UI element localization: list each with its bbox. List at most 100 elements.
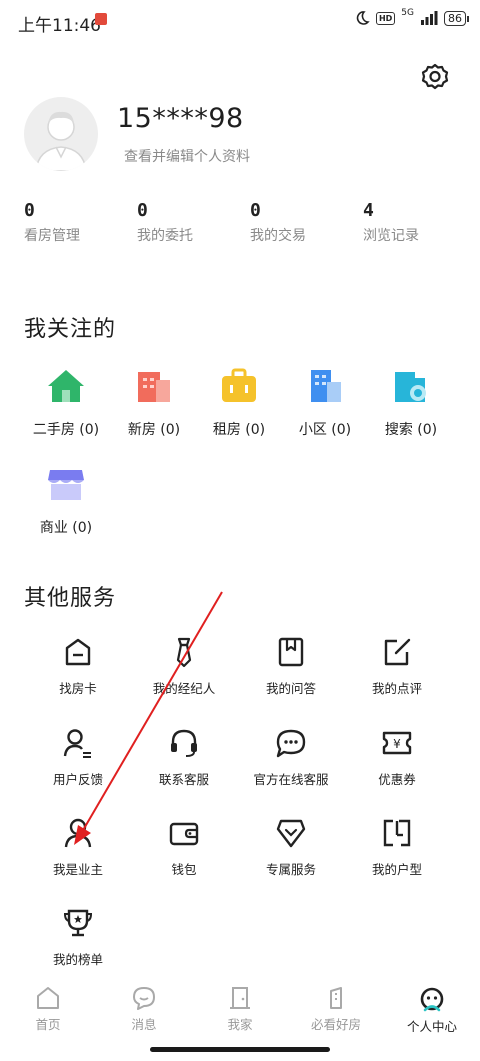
service-exclusive-service[interactable]: 专属服务 [236, 817, 346, 878]
avatar-placeholder-icon [35, 111, 87, 171]
shop-icon [48, 470, 84, 500]
service-label: 找房卡 [59, 681, 97, 696]
gear-icon[interactable] [420, 62, 450, 92]
follow-item-search[interactable]: 搜索 (0) [366, 368, 456, 439]
service-my-agent[interactable]: 我的经纪人 [129, 636, 239, 697]
home-icon [37, 987, 59, 1009]
stat-my-entrust[interactable]: 0 我的委托 [137, 200, 193, 245]
notification-icon [95, 13, 107, 25]
service-label: 我的户型 [371, 862, 422, 877]
follow-label: 租房 (0) [212, 422, 266, 438]
house-icon [48, 370, 84, 402]
battery-icon: 86 [444, 10, 469, 26]
stat-value: 0 [137, 200, 148, 221]
edit-profile-link[interactable]: 查看并编辑个人资料 [124, 146, 250, 166]
search-icon [395, 372, 426, 402]
wallet-icon [169, 822, 199, 846]
username[interactable]: 15****98 [117, 103, 244, 134]
stat-value: 0 [24, 200, 35, 221]
signal-icon [421, 11, 438, 25]
hd-icon: HD [375, 11, 396, 25]
stats-row: 0 看房管理 0 我的委托 0 我的交易 4 浏览记录 [0, 200, 480, 260]
trophy-icon [63, 909, 93, 937]
service-my-ranking[interactable]: 我的榜单 [23, 907, 133, 968]
service-label: 优惠券 [378, 772, 416, 787]
tab-home[interactable]: 首页 [0, 985, 96, 1033]
service-label: 用户反馈 [52, 772, 103, 787]
follow-label: 小区 (0) [298, 422, 352, 438]
stat-value: 0 [250, 200, 261, 221]
profile-face-icon [420, 987, 444, 1012]
tower-icon [330, 987, 342, 1009]
follow-label: 搜索 (0) [384, 422, 438, 438]
chat-bubble-icon [276, 729, 306, 758]
stat-viewing-management[interactable]: 0 看房管理 [24, 200, 80, 245]
service-coupon[interactable]: ¥ 优惠券 [342, 727, 452, 788]
follow-item-rental[interactable]: 租房 (0) [194, 368, 284, 439]
follow-label: 二手房 (0) [32, 422, 100, 438]
network-label: 5G [401, 8, 414, 18]
service-wallet[interactable]: 钱包 [129, 817, 239, 878]
service-contact-support[interactable]: 联系客服 [129, 727, 239, 788]
tab-label: 我家 [227, 1017, 253, 1032]
bookmark-icon [278, 637, 304, 667]
tab-label: 首页 [35, 1017, 61, 1032]
stat-label: 看房管理 [24, 228, 80, 244]
stat-my-transactions[interactable]: 0 我的交易 [250, 200, 306, 245]
tab-personal-center[interactable]: 个人中心 [384, 985, 480, 1035]
status-time: 上午11:46 [18, 16, 101, 36]
service-label: 专属服务 [265, 862, 316, 877]
user-feedback-icon [63, 729, 91, 758]
service-my-review[interactable]: 我的点评 [342, 636, 452, 697]
service-my-qa[interactable]: 我的问答 [236, 636, 346, 697]
svg-text:¥: ¥ [393, 737, 401, 751]
service-user-feedback[interactable]: 用户反馈 [23, 727, 133, 788]
service-label: 我的问答 [265, 681, 316, 696]
service-label: 我的榜单 [52, 952, 103, 967]
house-card-icon [65, 638, 91, 666]
tab-label: 个人中心 [406, 1019, 457, 1034]
community-icon [311, 370, 341, 402]
door-icon [230, 987, 250, 1009]
service-my-floorplan[interactable]: 我的户型 [342, 817, 452, 878]
exclusive-service-icon [276, 819, 306, 848]
services-title: 其他服务 [24, 586, 117, 611]
stat-label: 我的交易 [250, 228, 306, 244]
message-icon [133, 987, 155, 1010]
tie-icon [176, 637, 192, 668]
moon-icon [356, 11, 370, 25]
stat-label: 我的委托 [137, 228, 193, 244]
following-title: 我关注的 [24, 317, 117, 342]
tab-label: 消息 [131, 1017, 157, 1032]
service-label: 我的点评 [371, 681, 422, 696]
coupon-icon: ¥ [382, 731, 412, 755]
suitcase-icon [222, 368, 256, 402]
status-bar: 上午11:46 HD 5G 86 [0, 0, 480, 40]
follow-item-new-house[interactable]: 新房 (0) [109, 368, 199, 439]
follow-label: 新房 (0) [127, 422, 181, 438]
tab-label: 必看好房 [310, 1017, 361, 1032]
edit-icon [384, 638, 411, 666]
follow-item-commercial[interactable]: 商业 (0) [21, 466, 111, 537]
tab-my-home[interactable]: 我家 [192, 985, 288, 1033]
service-label: 我是业主 [52, 862, 103, 877]
service-house-card[interactable]: 找房卡 [23, 636, 133, 697]
service-i-am-owner[interactable]: 我是业主 [23, 817, 133, 878]
stat-browse-history[interactable]: 4 浏览记录 [363, 200, 419, 245]
tab-must-see-houses[interactable]: 必看好房 [288, 985, 384, 1033]
tab-messages[interactable]: 消息 [96, 985, 192, 1033]
owner-icon [64, 818, 92, 848]
floorplan-icon [383, 819, 411, 847]
headset-icon [171, 729, 197, 757]
stat-label: 浏览记录 [363, 228, 419, 244]
home-indicator[interactable] [150, 1047, 330, 1052]
service-label: 联系客服 [158, 772, 209, 787]
follow-label: 商业 (0) [39, 520, 93, 536]
follow-item-second-hand[interactable]: 二手房 (0) [21, 368, 111, 439]
service-official-online-support[interactable]: 官方在线客服 [236, 727, 346, 788]
service-label: 官方在线客服 [253, 772, 329, 787]
service-label: 钱包 [171, 862, 197, 877]
follow-item-community[interactable]: 小区 (0) [280, 368, 370, 439]
avatar[interactable] [24, 97, 98, 171]
service-label: 我的经纪人 [152, 681, 216, 696]
